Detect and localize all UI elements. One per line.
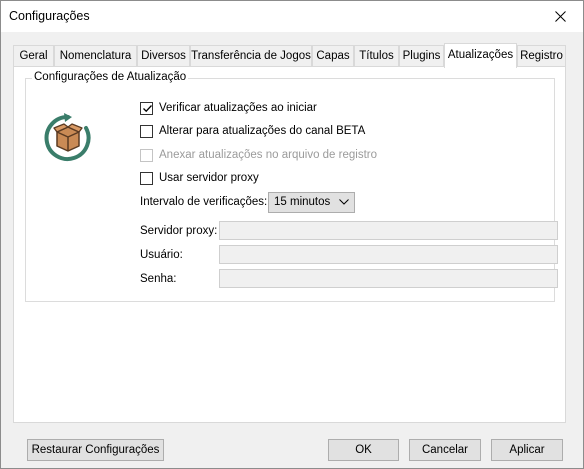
tab-capas[interactable]: Capas bbox=[312, 45, 354, 67]
log-updates-checkbox bbox=[140, 148, 153, 162]
username-input bbox=[219, 245, 558, 264]
checkmark-icon bbox=[143, 104, 152, 112]
ok-button[interactable]: OK bbox=[328, 439, 399, 461]
username-label: Usuário: bbox=[140, 249, 183, 261]
check-updates-on-start-label: Verificar atualizações ao iniciar bbox=[159, 102, 317, 114]
tab-registro[interactable]: Registro bbox=[517, 45, 566, 67]
window-title: Configurações bbox=[9, 9, 90, 23]
cancel-button[interactable]: Cancelar bbox=[409, 439, 481, 461]
tab-nomenclatura[interactable]: Nomenclatura bbox=[54, 45, 137, 67]
close-icon bbox=[554, 11, 566, 22]
tab-transferencia-de-jogos[interactable]: Transferência de Jogos bbox=[190, 45, 312, 67]
interval-value: 15 minutos bbox=[274, 196, 331, 208]
proxy-server-input bbox=[219, 221, 558, 240]
password-label: Senha: bbox=[140, 273, 177, 285]
use-proxy-checkbox[interactable] bbox=[140, 171, 153, 185]
restore-settings-button[interactable]: Restaurar Configurações bbox=[27, 439, 164, 461]
beta-channel-label: Alterar para atualizações do canal BETA bbox=[159, 125, 366, 137]
tab-panel-atualizacoes: Configurações de Atualização Verificar a… bbox=[13, 66, 566, 423]
tab-geral[interactable]: Geral bbox=[13, 45, 54, 67]
use-proxy-option[interactable]: Usar servidor proxy bbox=[140, 170, 259, 186]
tab-plugins[interactable]: Plugins bbox=[399, 45, 444, 67]
update-settings-group: Configurações de Atualização Verificar a… bbox=[25, 71, 558, 302]
proxy-server-label: Servidor proxy: bbox=[140, 225, 218, 237]
check-updates-on-start[interactable]: Verificar atualizações ao iniciar bbox=[140, 100, 317, 116]
beta-channel-option[interactable]: Alterar para atualizações do canal BETA bbox=[140, 123, 365, 139]
chevron-down-icon bbox=[339, 199, 349, 205]
tab-diversos[interactable]: Diversos bbox=[137, 45, 190, 67]
apply-button[interactable]: Aplicar bbox=[491, 439, 563, 461]
package-refresh-icon bbox=[44, 113, 91, 161]
password-input bbox=[219, 269, 558, 288]
log-updates-option: Anexar atualizações no arquivo de regist… bbox=[140, 147, 377, 163]
group-title: Configurações de Atualização bbox=[32, 71, 189, 83]
tab-atualizacoes[interactable]: Atualizações bbox=[444, 43, 517, 68]
title-bar: Configurações bbox=[1, 1, 583, 32]
tab-titulos[interactable]: Títulos bbox=[354, 45, 399, 67]
use-proxy-label: Usar servidor proxy bbox=[159, 172, 259, 184]
interval-select[interactable]: 15 minutos bbox=[268, 192, 355, 213]
settings-dialog: Configurações Geral Nomenclatura Diverso… bbox=[0, 0, 584, 469]
beta-channel-checkbox[interactable] bbox=[140, 124, 153, 138]
close-button[interactable] bbox=[537, 1, 583, 32]
log-updates-label: Anexar atualizações no arquivo de regist… bbox=[159, 149, 377, 161]
interval-label: Intervalo de verificações: bbox=[140, 196, 268, 208]
check-updates-on-start-checkbox[interactable] bbox=[140, 101, 153, 115]
